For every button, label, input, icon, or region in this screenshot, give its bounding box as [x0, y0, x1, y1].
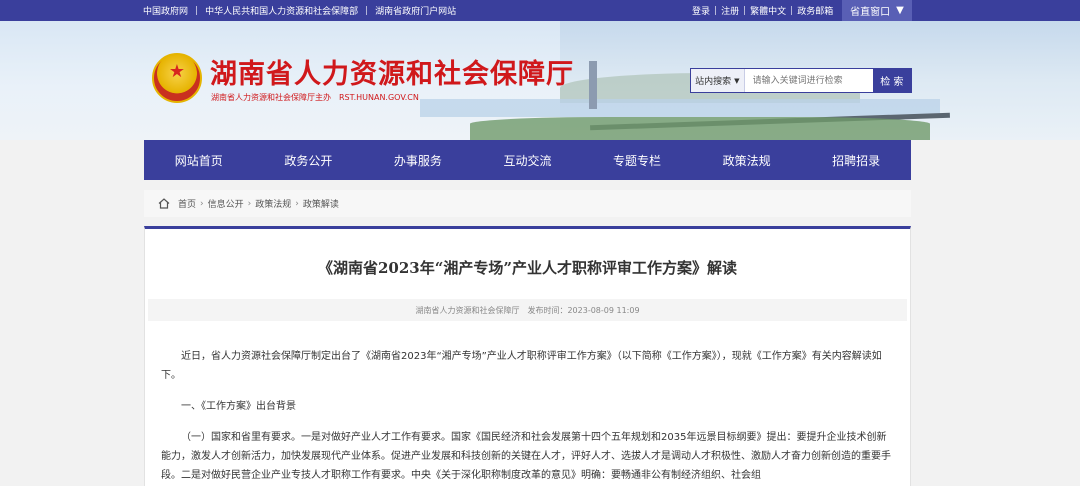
- paragraph: 近日，省人力资源社会保障厅制定出台了《湖南省2023年“湘产专场”产业人才职称评…: [161, 351, 882, 381]
- chevron-right-icon: ›: [295, 198, 299, 209]
- search-button[interactable]: 检 索: [872, 69, 911, 92]
- link-hunan-gov[interactable]: 湖南省政府门户网站: [375, 4, 456, 17]
- article-title: 《湖南省2023年“湘产专场”产业人才职称评审工作方案》解读: [317, 259, 737, 277]
- banner-tower: [589, 61, 597, 109]
- login-link[interactable]: 登录: [692, 4, 710, 17]
- publish-date: 2023-08-09 11:09: [567, 305, 640, 315]
- external-links: 中国政府网 | 中华人民共和国人力资源和社会保障部 | 湖南省政府门户网站: [143, 0, 456, 21]
- link-mohrss[interactable]: 中华人民共和国人力资源和社会保障部: [205, 4, 358, 17]
- national-emblem-icon: ★: [152, 53, 202, 103]
- traditional-chinese-link[interactable]: 繁體中文: [750, 4, 786, 17]
- link-gov-cn[interactable]: 中国政府网: [143, 4, 188, 17]
- divider: |: [790, 5, 794, 16]
- chevron-right-icon: ›: [200, 198, 204, 209]
- article-body: 近日，省人力资源社会保障厅制定出台了《湖南省2023年“湘产专场”产业人才职称评…: [161, 347, 891, 485]
- article: 《湖南省2023年“湘产专场”产业人才职称评审工作方案》解读 湖南省人力资源和社…: [144, 226, 911, 486]
- paragraph: （一）国家和省里有要求。一是对做好产业人才工作有要求。国家《国民经济和社会发展第…: [161, 432, 891, 481]
- breadcrumb-policies[interactable]: 政策法规: [255, 197, 291, 210]
- triangle-down-icon: ▼: [896, 5, 904, 16]
- nav-item-gov-affairs[interactable]: 政务公开: [254, 140, 364, 180]
- account-links: 登录 | 注册 | 繁體中文 | 政务邮箱: [692, 0, 833, 21]
- search-scope-select[interactable]: 站内搜索 ▼: [691, 69, 745, 92]
- nav-item-home[interactable]: 网站首页: [144, 140, 254, 180]
- article-source: 湖南省人力资源和社会保障厅: [415, 305, 520, 315]
- site-subtitle: 湖南省人力资源和社会保障厅主办 RST.HUNAN.GOV.CN: [211, 93, 419, 102]
- search-input[interactable]: [744, 69, 873, 92]
- nav-item-topics[interactable]: 专题专栏: [582, 140, 692, 180]
- divider: |: [195, 5, 199, 16]
- banner-trees: [470, 117, 930, 140]
- register-link[interactable]: 注册: [721, 4, 739, 17]
- chevron-down-icon: ▼: [734, 76, 740, 85]
- banner-river: [420, 99, 940, 117]
- breadcrumb-home[interactable]: 首页: [178, 197, 196, 210]
- gov-mail-link[interactable]: 政务邮箱: [797, 4, 833, 17]
- breadcrumb-info-public[interactable]: 信息公开: [208, 197, 244, 210]
- divider: |: [714, 5, 718, 16]
- nav-item-interaction[interactable]: 互动交流: [473, 140, 583, 180]
- article-meta: 湖南省人力资源和社会保障厅 发布时间：2023-08-09 11:09: [148, 299, 907, 321]
- main-nav: 网站首页 政务公开 办事服务 互动交流 专题专栏 政策法规 招聘招录: [144, 140, 911, 180]
- nav-item-recruitment[interactable]: 招聘招录: [801, 140, 911, 180]
- date-label: 发布时间：: [527, 305, 568, 315]
- breadcrumb-policy-interpretation[interactable]: 政策解读: [303, 197, 339, 210]
- chevron-right-icon: ›: [247, 198, 252, 209]
- site-title[interactable]: 湖南省人力资源和社会保障厅: [210, 52, 574, 91]
- site-search: 站内搜索 ▼ 检 索: [690, 68, 912, 93]
- province-window-label: 省直窗口: [850, 7, 891, 18]
- top-utility-bar: 中国政府网 | 中华人民共和国人力资源和社会保障部 | 湖南省政府门户网站 登录…: [0, 0, 1080, 21]
- search-scope-label: 站内搜索: [695, 77, 732, 87]
- province-window-button[interactable]: 省直窗口 ▼: [842, 0, 912, 21]
- breadcrumb: 首页 › 信息公开 › 政策法规 › 政策解读: [144, 190, 911, 217]
- article-date-group: 发布时间：2023-08-09 11:09: [527, 305, 639, 316]
- nav-item-policies[interactable]: 政策法规: [692, 140, 802, 180]
- nav-item-services[interactable]: 办事服务: [363, 140, 473, 180]
- divider: |: [365, 5, 369, 16]
- home-icon: [158, 198, 170, 209]
- divider: |: [743, 5, 747, 16]
- section-heading: 一、《工作方案》出台背景: [181, 401, 296, 412]
